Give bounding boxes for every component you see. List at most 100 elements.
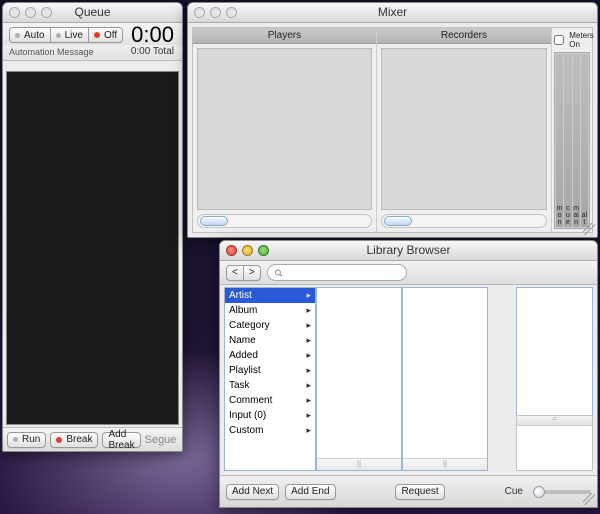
nav-back-button[interactable]: < — [226, 265, 243, 281]
mixer-title: Mixer — [378, 5, 407, 19]
category-item[interactable]: Input (0)▸ — [225, 408, 315, 423]
queue-footer: Run Break Add Break Segue — [3, 427, 182, 451]
request-button[interactable]: Request — [395, 484, 444, 500]
players-pane[interactable] — [197, 48, 372, 210]
cue-label: Cue — [505, 486, 523, 497]
library-column-3[interactable]: || — [402, 287, 488, 471]
category-item[interactable]: Album▸ — [225, 303, 315, 318]
break-label: Break — [66, 434, 92, 445]
chevron-left-icon: < — [232, 267, 238, 278]
category-item[interactable]: Playlist ▸ — [225, 363, 315, 378]
zoom-icon[interactable] — [226, 7, 237, 18]
category-list: Artist▸Album▸Category▸Name▸Added▸Playlis… — [225, 288, 315, 438]
queue-title: Queue — [74, 5, 110, 19]
add-next-button[interactable]: Add Next — [226, 484, 279, 500]
category-item[interactable]: Task ▸ — [225, 378, 315, 393]
chevron-right-icon: ▸ — [306, 333, 311, 348]
meters-on-input[interactable] — [554, 35, 564, 45]
queue-traffic-lights[interactable] — [9, 7, 52, 18]
category-item[interactable]: Name▸ — [225, 333, 315, 348]
zoom-icon[interactable] — [41, 7, 52, 18]
category-item-label: Category — [229, 318, 270, 333]
close-icon[interactable] — [226, 245, 237, 256]
category-item-label: Playlist — [229, 363, 261, 378]
search-input[interactable] — [287, 266, 400, 279]
meter-main-label: main — [573, 205, 580, 226]
add-end-button[interactable]: Add End — [285, 484, 335, 500]
minimize-icon[interactable] — [242, 245, 253, 256]
meters-on-checkbox[interactable]: Meters On — [550, 31, 593, 49]
library-column-2[interactable]: || — [316, 287, 402, 471]
mixer-body: Players Recorders Meters On mon cue main… — [192, 27, 593, 233]
queue-clock: 0:00 0:00 Total — [131, 24, 174, 57]
queue-list[interactable] — [6, 71, 179, 425]
players-header: Players — [193, 28, 376, 44]
category-item[interactable]: Custom ▸ — [225, 423, 315, 438]
mixer-meter-side: Meters On mon cue main alt — [552, 28, 592, 232]
category-item[interactable]: Comment▸ — [225, 393, 315, 408]
chevron-right-icon: ▸ — [306, 393, 311, 408]
queue-clock-main: 0:00 — [131, 24, 174, 46]
cue-slider-knob[interactable] — [533, 486, 545, 498]
library-footer: Add Next Add End Request Cue — [220, 475, 597, 507]
category-item-label: Task — [229, 378, 250, 393]
recorders-pane[interactable] — [381, 48, 547, 210]
minimize-icon[interactable] — [25, 7, 36, 18]
column-2-handle[interactable]: || — [317, 458, 401, 470]
add-end-label: Add End — [291, 486, 329, 497]
mode-off-label: Off — [104, 30, 117, 41]
mode-live-button[interactable]: Live — [50, 27, 88, 43]
close-icon[interactable] — [9, 7, 20, 18]
library-titlebar[interactable]: Library Browser — [220, 241, 597, 261]
chevron-right-icon: ▸ — [306, 348, 311, 363]
mixer-traffic-lights[interactable] — [194, 7, 237, 18]
category-item[interactable]: Category▸ — [225, 318, 315, 333]
meter-mon: mon — [556, 54, 563, 227]
library-search[interactable] — [267, 264, 407, 281]
library-window: Library Browser < > Artist▸Album▸Categor… — [219, 240, 598, 508]
preview-handle[interactable]: = — [517, 416, 592, 426]
library-resize-handle[interactable] — [583, 493, 595, 505]
library-category-column[interactable]: Artist▸Album▸Category▸Name▸Added▸Playlis… — [224, 287, 316, 471]
queue-mode-seg: Auto Live Off — [9, 27, 123, 43]
category-item[interactable]: Artist▸ — [225, 288, 315, 303]
meter-stack: mon cue main alt — [554, 52, 590, 229]
recorders-header: Recorders — [377, 28, 551, 44]
desktop: { "queue": { "title": "Queue", "modes": … — [0, 0, 600, 514]
add-break-label: Add Break — [108, 429, 134, 451]
players-scrollbar[interactable] — [197, 214, 372, 228]
minimize-icon[interactable] — [210, 7, 221, 18]
mixer-resize-handle[interactable] — [583, 223, 595, 235]
request-label: Request — [401, 486, 438, 497]
chevron-right-icon: ▸ — [306, 378, 311, 393]
queue-titlebar[interactable]: Queue — [3, 3, 182, 23]
library-toolbar: < > — [220, 261, 597, 285]
mixer-titlebar[interactable]: Mixer — [188, 3, 597, 23]
meter-alt: alt — [581, 54, 588, 227]
add-next-label: Add Next — [232, 486, 273, 497]
meter-cue-label: cue — [564, 205, 571, 226]
recorders-scrollbar[interactable] — [381, 214, 547, 228]
category-item-label: Custom — [229, 423, 263, 438]
category-item-label: Input (0) — [229, 408, 266, 423]
category-item-label: Artist — [229, 288, 252, 303]
nav-forward-button[interactable]: > — [243, 265, 261, 281]
run-button[interactable]: Run — [7, 432, 46, 448]
zoom-icon[interactable] — [258, 245, 269, 256]
segue-button[interactable]: Segue — [145, 434, 181, 446]
mode-off-button[interactable]: Off — [88, 27, 123, 43]
meters-on-label: Meters On — [569, 31, 593, 49]
add-break-button[interactable]: Add Break — [102, 432, 140, 448]
library-preview-pane[interactable]: = — [516, 415, 593, 471]
mixer-window: Mixer Players Recorders Meters On mon cu… — [187, 2, 598, 238]
mode-auto-button[interactable]: Auto — [9, 27, 50, 43]
chevron-right-icon: ▸ — [306, 423, 311, 438]
break-button[interactable]: Break — [50, 432, 98, 448]
recorders-column: Recorders — [377, 28, 552, 232]
category-item[interactable]: Added▸ — [225, 348, 315, 363]
library-traffic-lights[interactable] — [226, 245, 269, 256]
close-icon[interactable] — [194, 7, 205, 18]
column-3-handle[interactable]: || — [403, 458, 487, 470]
meter-main: main — [573, 54, 580, 227]
chevron-right-icon: ▸ — [306, 363, 311, 378]
